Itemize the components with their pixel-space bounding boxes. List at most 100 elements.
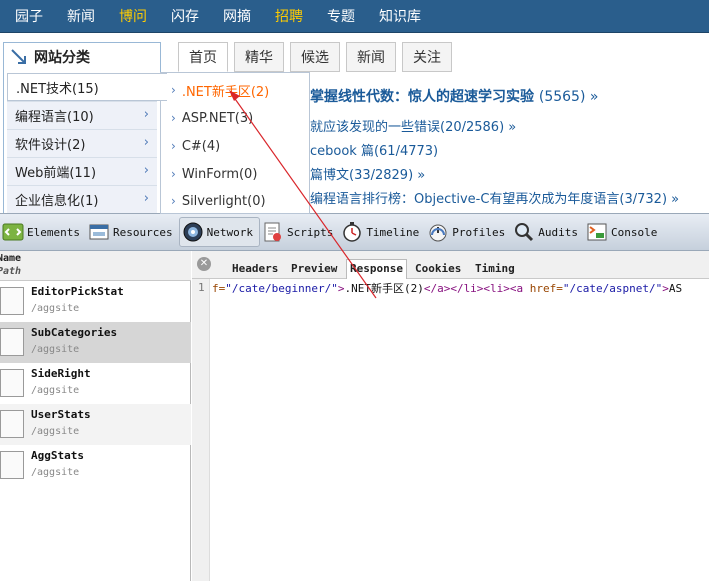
console-icon [586,221,608,243]
code-tag: </a></li><li><a [423,282,530,295]
code-value: "/cate/beginner/" [225,282,338,295]
document-icon [0,328,24,356]
article-count: (5565) » [538,89,599,105]
subcategory-dropdown: › .NET新手区(2) › ASP.NET(3) › C#(4) › WinF… [160,72,310,214]
subcategory-item-dotnet-beginner[interactable]: › .NET新手区(2) [161,77,309,103]
article-link[interactable]: cebook 篇(61/4773) [310,140,438,159]
nav-item-digest[interactable]: 网摘 [223,6,251,26]
tab-elements[interactable]: Elements [0,217,86,247]
line-gutter [192,279,210,581]
tab-preview[interactable]: Preview [291,262,337,275]
request-row[interactable]: EditorPickStat /aggsite [0,281,191,322]
nav-item-jobs[interactable]: 招聘 [275,6,303,26]
category-item-programming[interactable]: 编程语言(10) › [7,101,157,129]
tab-cookies[interactable]: Cookies [415,262,461,275]
category-title-label: 网站分类 [34,50,90,66]
category-item-dotnet[interactable]: .NET技术(15) [7,73,167,101]
top-navigation: 园子 新闻 博问 闪存 网摘 招聘 专题 知识库 [0,0,709,33]
article-link[interactable]: 编程语言排行榜：Objective-C有望再次成为年度语言(3/732) » [310,188,679,207]
tab-audits[interactable]: Audits [511,217,584,247]
category-title: 网站分类 [4,43,160,71]
chevron-right-icon: › [143,163,149,178]
article-title: 掌握线性代数：惊人的超速学习实验 [310,89,539,105]
request-name: SubCategories [31,326,118,339]
resources-icon [88,221,110,243]
nav-item-flash[interactable]: 闪存 [171,6,199,26]
tab-headers[interactable]: Headers [232,262,278,275]
tab-timing[interactable]: Timing [475,262,515,275]
nav-item-garden[interactable]: 园子 [15,6,43,26]
article-link[interactable]: 掌握线性代数：惊人的超速学习实验 (5565) » [310,86,598,106]
nav-item-topics[interactable]: 专题 [327,6,355,26]
elements-icon [2,221,24,243]
column-path-header: Path [0,266,22,277]
profiles-icon [427,221,449,243]
request-path: /aggsite [31,467,80,478]
audits-icon [513,221,535,243]
request-name: SideRight [31,367,91,380]
tab-profiles[interactable]: Profiles [425,217,511,247]
chevron-right-icon: › [171,167,176,181]
chevron-right-icon: › [143,107,149,122]
detail-tab-bar: ✕ Headers Preview Response Cookies Timin… [192,251,709,279]
code-attr: f= [212,282,226,295]
document-icon [0,410,24,438]
request-name: EditorPickStat [31,285,124,298]
subcategory-label: WinForm(0) [181,166,258,182]
chevron-right-icon: › [143,135,149,150]
document-icon [0,451,24,479]
category-label: 企业信息化(1) [15,194,99,209]
chevron-right-icon: › [143,191,149,206]
category-item-enterprise[interactable]: 企业信息化(1) › [7,185,157,213]
close-icon[interactable]: ✕ [197,257,211,271]
nav-item-questions[interactable]: 博问 [119,6,147,26]
document-icon [0,287,24,315]
tab-news[interactable]: 新闻 [346,42,396,72]
request-row-selected[interactable]: SubCategories /aggsite [0,322,191,363]
article-link[interactable]: 篇博文(33/2829) » [310,164,425,183]
request-name: AggStats [31,449,84,462]
code-text: AS [668,282,683,295]
article-link[interactable]: 就应该发现的一些错误(20/2586) » [310,116,516,135]
category-list: .NET技术(15) 编程语言(10) › 软件设计(2) › Web前端(11… [7,73,167,213]
category-label: .NET技术(15) [16,81,99,97]
timeline-icon [341,221,363,243]
tab-scripts[interactable]: Scripts [260,217,339,247]
code-text: .NET新手区(2) [344,282,424,295]
tab-resources[interactable]: Resources [86,217,179,247]
request-row[interactable]: SideRight /aggsite [0,363,191,404]
tab-following[interactable]: 关注 [402,42,452,72]
line-number: 1 [198,281,205,294]
subcategory-item-silverlight[interactable]: › Silverlight(0) [161,188,309,214]
request-row[interactable]: AggStats /aggsite [0,445,191,486]
subcategory-item-csharp[interactable]: › C#(4) [161,133,309,159]
tab-label: Timeline [366,225,420,239]
tab-response[interactable]: Response [346,259,407,279]
chevron-right-icon: › [171,139,176,153]
nav-item-knowledge[interactable]: 知识库 [379,6,421,26]
tab-label: Elements [27,225,80,239]
tab-timeline[interactable]: Timeline [339,217,425,247]
network-icon [182,221,204,243]
tab-network[interactable]: Network [178,217,260,247]
chevron-right-icon: › [171,83,176,97]
category-label: Web前端(11) [15,166,97,181]
tab-featured[interactable]: 精华 [234,42,284,72]
tab-label: Scripts [286,225,334,239]
column-name-header: Name [0,253,22,264]
request-row[interactable]: UserStats /aggsite [0,404,191,445]
subcategory-item-aspnet[interactable]: › ASP.NET(3) [161,105,309,131]
tab-label: Profiles [452,225,506,239]
code-attr: href= [529,282,563,295]
column-header[interactable]: Name Path [0,251,191,281]
request-path: /aggsite [31,303,80,314]
subcategory-label: C#(4) [181,138,221,154]
category-item-software-design[interactable]: 软件设计(2) › [7,129,157,157]
nav-item-news[interactable]: 新闻 [67,6,95,26]
tab-candidates[interactable]: 候选 [290,42,340,72]
subcategory-item-winform[interactable]: › WinForm(0) [161,161,309,187]
category-item-web-frontend[interactable]: Web前端(11) › [7,157,157,185]
tab-label: Resources [112,225,173,239]
tab-console[interactable]: Console [584,217,663,247]
tab-home[interactable]: 首页 [178,42,228,72]
